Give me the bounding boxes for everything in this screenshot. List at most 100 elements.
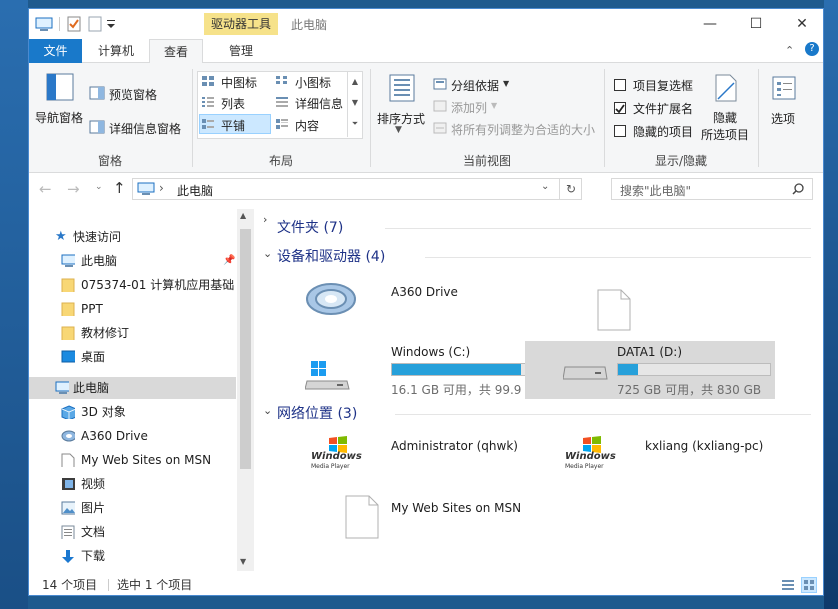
a360-drive-icon bbox=[306, 283, 356, 315]
navigation-pane-button[interactable]: 导航窗格 bbox=[35, 109, 83, 126]
nav-item-a360[interactable]: A360 Drive bbox=[29, 425, 234, 447]
nav-this-pc-selected[interactable]: 此电脑 bbox=[29, 377, 236, 399]
expand-chevron-icon[interactable]: › bbox=[263, 213, 267, 226]
medium-icons-icon bbox=[202, 76, 214, 86]
network-tile-administrator[interactable]: Windows Media Player Administrator (qhwk… bbox=[311, 433, 531, 481]
customize-dropdown-icon[interactable] bbox=[106, 18, 116, 30]
address-bar[interactable]: › 此电脑 ⌄ ↻ bbox=[132, 178, 582, 200]
hidden-items-label[interactable]: 隐藏的项目 bbox=[633, 123, 693, 140]
tab-manage[interactable]: 管理 bbox=[205, 39, 277, 63]
large-icons-view-icon[interactable] bbox=[801, 577, 817, 593]
group-by-icon bbox=[433, 78, 447, 90]
recent-locations-icon[interactable]: ⌄ bbox=[95, 182, 103, 192]
item-checkbox-toggle[interactable] bbox=[614, 79, 626, 91]
hide-selected-line2[interactable]: 所选项目 bbox=[701, 126, 749, 143]
scroll-down-icon[interactable]: ▼ bbox=[240, 557, 246, 566]
media-player-logo-text: Media Player bbox=[565, 463, 604, 470]
nav-item-folder[interactable]: PPT bbox=[29, 298, 234, 320]
help-icon[interactable]: ? bbox=[805, 42, 819, 56]
nav-item-folder[interactable]: 075374-01 计算机应用基础 bbox=[29, 274, 234, 296]
navigation-pane-icon[interactable] bbox=[46, 73, 74, 103]
network-location-name: My Web Sites on MSN bbox=[391, 501, 522, 515]
group-header-devices[interactable]: 设备和驱动器 (4) bbox=[277, 246, 385, 268]
address-dropdown-icon[interactable]: ⌄ bbox=[541, 181, 549, 192]
scrollbar-thumb[interactable] bbox=[240, 229, 251, 469]
nav-item-desktop[interactable]: 桌面 bbox=[29, 346, 234, 368]
hidden-items-toggle[interactable] bbox=[614, 125, 626, 137]
navigation-pane: ★ 快速访问 此电脑 📌 075374-01 计算机应用基础 PPT 教材修订 … bbox=[29, 209, 254, 569]
preview-pane-button[interactable]: 预览窗格 bbox=[109, 86, 157, 103]
back-arrow-icon[interactable]: ← bbox=[39, 180, 52, 198]
group-by-dropdown-icon[interactable]: ▼ bbox=[503, 79, 509, 88]
pin-icon[interactable]: 📌 bbox=[223, 250, 235, 272]
collapse-chevron-icon[interactable]: ⌄ bbox=[263, 247, 272, 260]
nav-item-label: 桌面 bbox=[81, 350, 106, 364]
collapse-chevron-icon[interactable]: ⌄ bbox=[263, 404, 272, 417]
drive-usage-fill bbox=[392, 364, 521, 375]
item-checkbox-label[interactable]: 项目复选框 bbox=[633, 77, 693, 94]
breadcrumb-chevron-icon[interactable]: › bbox=[159, 181, 164, 195]
layout-content[interactable]: 内容 bbox=[295, 117, 319, 134]
layout-gallery-scroll[interactable]: ▲ ▼ ⏷ bbox=[347, 71, 362, 137]
network-tile-kxliang[interactable]: Windows Media Player kxliang (kxliang-pc… bbox=[565, 433, 785, 481]
layout-details[interactable]: 详细信息 bbox=[295, 95, 343, 112]
layout-list[interactable]: 列表 bbox=[221, 95, 245, 112]
details-view-icon[interactable] bbox=[781, 578, 795, 592]
nav-item-downloads[interactable]: 下载 bbox=[29, 545, 234, 567]
cube-icon bbox=[61, 405, 75, 419]
media-player-logo-text: Media Player bbox=[311, 463, 350, 470]
scroll-up-icon[interactable]: ▲ bbox=[240, 211, 246, 220]
layout-tiles[interactable]: 平铺 bbox=[221, 117, 245, 134]
search-box[interactable]: 搜索"此电脑" bbox=[611, 178, 813, 200]
collapse-ribbon-icon[interactable]: ⌃ bbox=[785, 44, 794, 57]
hide-selected-line1[interactable]: 隐藏 bbox=[713, 109, 737, 126]
options-button[interactable]: 选项 bbox=[771, 110, 795, 127]
group-by-button[interactable]: 分组依据 bbox=[451, 77, 499, 94]
pc-icon[interactable] bbox=[35, 16, 53, 32]
video-icon bbox=[62, 478, 75, 490]
nav-item-folder[interactable]: 教材修订 bbox=[29, 322, 234, 344]
nav-item-documents[interactable]: 文档 bbox=[29, 521, 234, 543]
sort-by-dropdown-icon[interactable]: ▼ bbox=[395, 125, 402, 135]
details-pane-button[interactable]: 详细信息窗格 bbox=[109, 120, 181, 137]
file-extension-toggle[interactable] bbox=[614, 102, 626, 114]
up-arrow-icon[interactable]: ↑ bbox=[113, 179, 126, 197]
sort-by-icon bbox=[389, 74, 415, 102]
layout-small-icons[interactable]: 小图标 bbox=[295, 74, 331, 91]
nav-item-label: 图片 bbox=[81, 501, 106, 515]
close-button[interactable]: ✕ bbox=[779, 9, 823, 39]
maximize-button[interactable]: ☐ bbox=[733, 9, 779, 39]
navigation-pane-scrollbar[interactable]: ▲ ▼ bbox=[237, 209, 254, 571]
drive-tile-c[interactable]: Windows (C:) 16.1 GB 可用，共 99.9 GB bbox=[305, 341, 546, 399]
nav-item-pictures[interactable]: 图片 bbox=[29, 497, 234, 519]
layout-medium-icons[interactable]: 中图标 bbox=[221, 74, 257, 91]
forward-arrow-icon[interactable]: → bbox=[67, 180, 80, 198]
tab-file[interactable]: 文件 bbox=[29, 39, 82, 63]
properties-icon[interactable] bbox=[66, 16, 82, 32]
breadcrumb-this-pc[interactable]: 此电脑 bbox=[177, 182, 213, 199]
minimize-button[interactable]: — bbox=[687, 9, 733, 39]
drive-tile-d[interactable]: DATA1 (D:) 725 GB 可用，共 830 GB bbox=[525, 341, 775, 399]
drive-tools-context-tab[interactable]: 驱动器工具 bbox=[204, 13, 278, 35]
nav-item-label: 视频 bbox=[81, 477, 106, 491]
new-folder-icon[interactable] bbox=[88, 16, 102, 32]
window-title: 此电脑 bbox=[291, 18, 328, 32]
file-extension-label[interactable]: 文件扩展名 bbox=[633, 100, 693, 117]
tab-computer[interactable]: 计算机 bbox=[85, 39, 147, 63]
content-area: › 文件夹 (7) ⌄ 设备和驱动器 (4) A360 Drive Window… bbox=[261, 209, 821, 569]
nav-item-this-pc-pinned[interactable]: 此电脑 📌 bbox=[29, 250, 235, 272]
nav-item-videos[interactable]: 视频 bbox=[29, 473, 234, 495]
nav-quick-access[interactable]: ★ 快速访问 bbox=[29, 226, 234, 248]
nav-item-3d-objects[interactable]: 3D 对象 bbox=[29, 401, 234, 423]
tab-view[interactable]: 查看 bbox=[149, 39, 203, 64]
refresh-icon[interactable]: ↻ bbox=[559, 179, 582, 199]
add-column-dropdown-icon: ▼ bbox=[491, 101, 498, 110]
windows-logo-text: Windows bbox=[565, 451, 616, 462]
add-column-button[interactable]: 添加列 bbox=[451, 99, 487, 116]
status-bar: 14 个项目 选中 1 个项目 bbox=[29, 574, 823, 595]
group-header-network[interactable]: 网络位置 (3) bbox=[277, 403, 357, 425]
nav-item-web-sites[interactable]: My Web Sites on MSN bbox=[29, 449, 234, 471]
device-tile-a360[interactable]: A360 Drive bbox=[305, 275, 525, 321]
network-tile-web-sites[interactable]: My Web Sites on MSN bbox=[345, 495, 565, 543]
group-header-folders[interactable]: 文件夹 (7) bbox=[277, 217, 343, 239]
